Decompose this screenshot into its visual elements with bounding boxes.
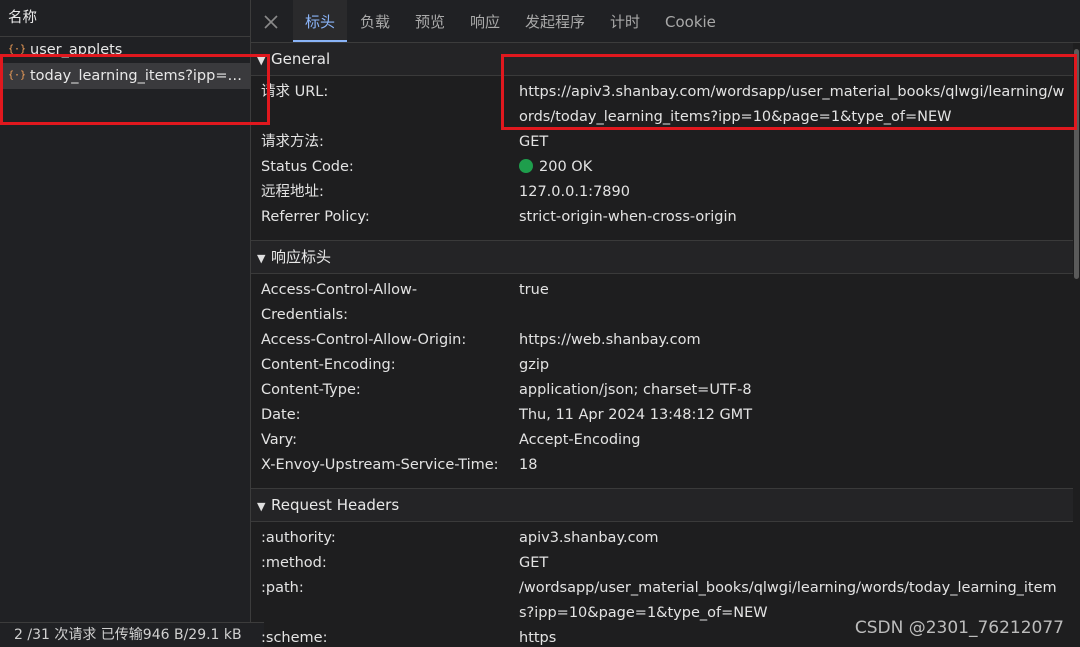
request-row-user-applets[interactable]: {·} user_applets — [0, 37, 250, 63]
header-value[interactable]: 200 OK — [519, 155, 1067, 180]
header-row: Access-Control-Allow-Origin: https://web… — [251, 328, 1073, 353]
header-value[interactable]: GET — [519, 130, 1067, 155]
header-value[interactable]: Accept-Encoding — [519, 428, 1067, 453]
header-key: Vary: — [261, 432, 298, 448]
details-tab-bar: 标头 负载 预览 响应 发起程序 计时 Cookie — [251, 0, 1080, 43]
header-value[interactable]: gzip — [519, 353, 1067, 378]
header-key: Content-Encoding: — [261, 357, 396, 373]
section-title: 响应标头 — [271, 248, 332, 266]
general-section: 请求 URL: https://apiv3.shanbay.com/wordsa… — [251, 76, 1073, 241]
header-row: Vary: Accept-Encoding — [251, 428, 1073, 453]
header-key: :method: — [261, 555, 327, 571]
tab-timing[interactable]: 计时 — [610, 0, 640, 42]
header-key: :authority: — [261, 530, 336, 546]
header-key: Date: — [261, 407, 301, 423]
header-value[interactable]: https://web.shanbay.com — [519, 328, 1067, 353]
header-value[interactable]: apiv3.shanbay.com — [519, 526, 1067, 551]
vertical-scrollbar[interactable] — [1073, 43, 1080, 647]
header-key: Access-Control-Allow-Credentials: — [261, 282, 418, 323]
tab-cookie[interactable]: Cookie — [665, 0, 716, 42]
tab-preview[interactable]: 预览 — [415, 0, 445, 42]
header-value[interactable]: GET — [519, 551, 1067, 576]
header-row: X-Envoy-Upstream-Service-Time: 18 — [251, 453, 1073, 478]
tab-response[interactable]: 响应 — [470, 0, 500, 42]
close-icon[interactable] — [261, 12, 281, 32]
header-key: 请求方法: — [261, 134, 324, 150]
header-row: Content-Encoding: gzip — [251, 353, 1073, 378]
request-row-today-learning-items[interactable]: {·} today_learning_items?ipp=1... — [0, 63, 250, 89]
header-key: Content-Type: — [261, 382, 361, 398]
triangle-down-icon: ▼ — [257, 252, 266, 265]
status-ok-icon — [519, 159, 533, 173]
request-details-panel: 标头 负载 预览 响应 发起程序 计时 Cookie ▼ General 请求 U… — [251, 0, 1080, 647]
header-value[interactable]: Thu, 11 Apr 2024 13:48:12 GMT — [519, 403, 1067, 428]
header-value[interactable]: true — [519, 278, 1067, 303]
section-title: Request Headers — [271, 496, 400, 514]
header-row-request-url: 请求 URL: https://apiv3.shanbay.com/wordsa… — [251, 80, 1073, 130]
tab-headers[interactable]: 标头 — [293, 0, 347, 42]
header-row: Access-Control-Allow-Credentials: true — [251, 278, 1073, 328]
request-list-panel: 名称 {·} user_applets {·} today_learning_i… — [0, 0, 264, 647]
header-key: Access-Control-Allow-Origin: — [261, 332, 467, 348]
header-key: Status Code: — [261, 159, 354, 175]
header-row: Content-Type: application/json; charset=… — [251, 378, 1073, 403]
request-summary-status: 2 /31 次请求 已传输946 B/29.1 kB — [0, 622, 264, 647]
header-row: Date: Thu, 11 Apr 2024 13:48:12 GMT — [251, 403, 1073, 428]
headers-content: ▼ General 请求 URL: https://apiv3.shanbay.c… — [251, 43, 1073, 647]
header-key: :scheme: — [261, 630, 328, 646]
scrollbar-thumb[interactable] — [1074, 49, 1079, 279]
request-name: today_learning_items?ipp=1... — [30, 68, 250, 84]
header-key: 远程地址: — [261, 184, 324, 200]
triangle-down-icon: ▼ — [257, 500, 266, 513]
header-row-request-method: 请求方法: GET — [251, 130, 1073, 155]
header-key: 请求 URL: — [261, 84, 329, 100]
json-icon: {·} — [8, 44, 27, 55]
header-value[interactable]: 127.0.0.1:7890 — [519, 180, 1067, 205]
general-section-header[interactable]: ▼ General — [251, 43, 1073, 76]
header-row-referrer-policy: Referrer Policy: strict-origin-when-cros… — [251, 205, 1073, 230]
json-icon: {·} — [8, 70, 27, 81]
header-row: :method: GET — [251, 551, 1073, 576]
status-text: 200 OK — [539, 159, 593, 175]
header-row-remote-address: 远程地址: 127.0.0.1:7890 — [251, 180, 1073, 205]
header-key: :path: — [261, 580, 304, 596]
header-value[interactable]: application/json; charset=UTF-8 — [519, 378, 1067, 403]
tab-payload[interactable]: 负载 — [360, 0, 390, 42]
header-value[interactable]: strict-origin-when-cross-origin — [519, 205, 1067, 230]
response-headers-section-header[interactable]: ▼ 响应标头 — [251, 241, 1073, 274]
tab-initiator[interactable]: 发起程序 — [525, 0, 585, 42]
header-key: X-Envoy-Upstream-Service-Time: — [261, 457, 499, 473]
response-headers-section: Access-Control-Allow-Credentials: true A… — [251, 274, 1073, 489]
triangle-down-icon: ▼ — [257, 54, 266, 67]
header-value[interactable]: https://apiv3.shanbay.com/wordsapp/user_… — [519, 80, 1067, 130]
header-row-status-code: Status Code: 200 OK — [251, 155, 1073, 180]
section-title: General — [271, 50, 331, 68]
header-key: Referrer Policy: — [261, 209, 370, 225]
name-column-header[interactable]: 名称 — [0, 0, 250, 37]
request-name: user_applets — [30, 42, 123, 58]
watermark: CSDN @2301_76212077 — [854, 618, 1064, 638]
header-value[interactable]: 18 — [519, 453, 1067, 478]
request-headers-section-header[interactable]: ▼ Request Headers — [251, 489, 1073, 522]
header-row: :authority: apiv3.shanbay.com — [251, 526, 1073, 551]
